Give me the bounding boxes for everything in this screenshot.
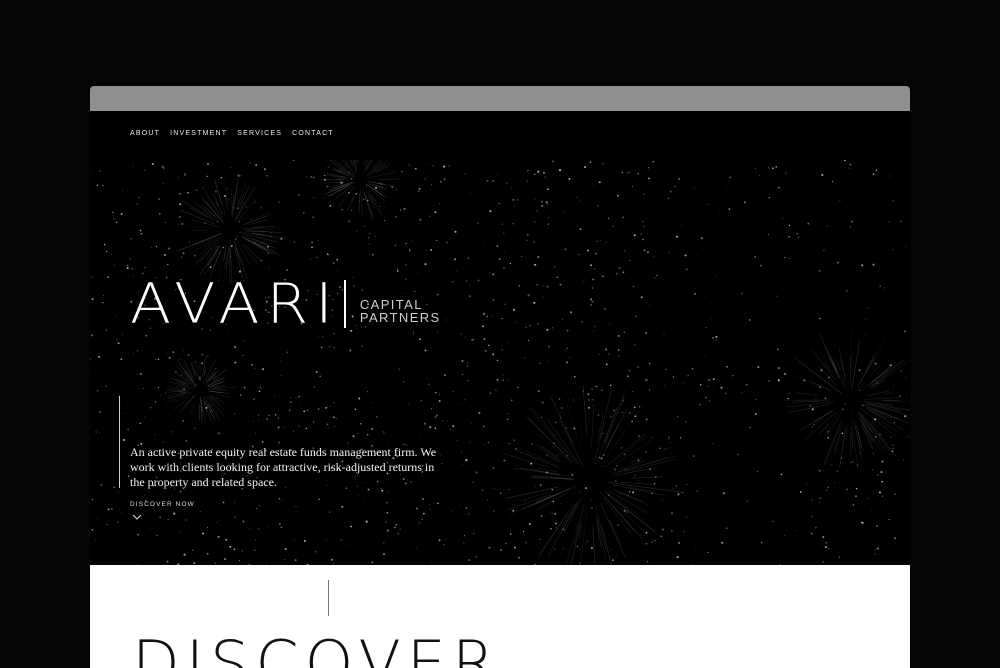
main-nav: ABOUT INVESTMENT SERVICES CONTACT xyxy=(130,130,334,137)
hero-tagline: An active private equity real estate fun… xyxy=(130,445,437,489)
starfield-background xyxy=(90,160,910,565)
brand-name: AVARI xyxy=(130,271,340,337)
hero-divider xyxy=(119,396,120,488)
hero-section: AVARI CAPITAL PARTNERS An active private… xyxy=(90,160,910,565)
website: ABOUT INVESTMENT SERVICES CONTACT AVARI … xyxy=(90,111,910,668)
brand-subtitle: CAPITAL PARTNERS xyxy=(360,298,441,324)
section-divider xyxy=(328,580,329,616)
brand-subtitle-line2: PARTNERS xyxy=(359,310,441,325)
brand-divider xyxy=(343,280,346,328)
browser-window: ABOUT INVESTMENT SERVICES CONTACT AVARI … xyxy=(90,86,910,668)
nav-item-about[interactable]: ABOUT xyxy=(130,130,160,137)
discover-heading: DISCOVER xyxy=(132,627,502,668)
browser-toolbar xyxy=(90,86,910,111)
brand-logo: AVARI CAPITAL PARTNERS xyxy=(130,272,441,336)
chevron-down-icon[interactable] xyxy=(132,514,142,520)
screenshot-stage: ABOUT INVESTMENT SERVICES CONTACT AVARI … xyxy=(0,0,1000,668)
discover-section: DISCOVER xyxy=(90,565,910,668)
nav-item-services[interactable]: SERVICES xyxy=(237,130,282,137)
discover-now-link[interactable]: DISCOVER NOW xyxy=(130,501,195,508)
nav-item-investment[interactable]: INVESTMENT xyxy=(170,130,227,137)
nav-item-contact[interactable]: CONTACT xyxy=(292,130,334,137)
